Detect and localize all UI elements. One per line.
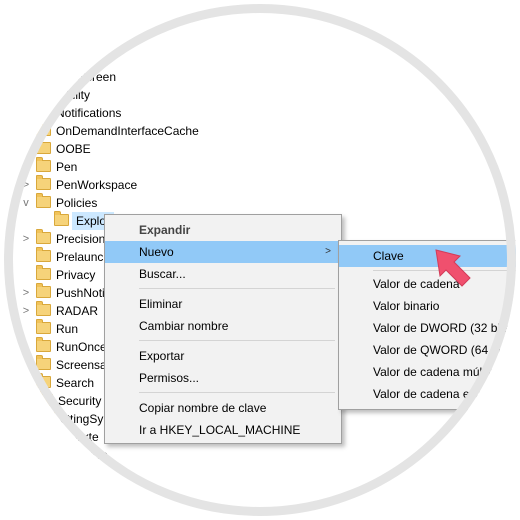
folder-icon	[36, 157, 51, 172]
chevron-right-icon[interactable]: >	[20, 374, 32, 392]
folder-icon	[36, 319, 51, 334]
menu-item-expand[interactable]: Expandir	[105, 219, 341, 241]
tree-item-label: OnDemandInterfaceCache	[56, 124, 199, 138]
menu-item-new[interactable]: Nuevo >	[105, 241, 341, 263]
tree-item-label: PushNoti	[56, 286, 105, 300]
tree-item-label: Pen	[56, 160, 78, 174]
menu-separator	[139, 288, 335, 289]
menu-item-rename[interactable]: Cambiar nombre	[105, 315, 341, 337]
tree-item-label: Prelaunc	[56, 250, 104, 264]
tree-item-label: Search	[56, 376, 95, 390]
submenu-item-qword-value[interactable]: Valor de QWORD (64 bits	[339, 339, 516, 361]
tree-item-label: Run	[56, 322, 79, 336]
submenu-item-expandable-string-value[interactable]: Valor de cadena exp	[339, 383, 516, 405]
folder-icon	[40, 409, 55, 424]
menu-item-copy-key-name[interactable]: Copiar nombre de clave	[105, 397, 341, 419]
chevron-right-icon[interactable]: >	[24, 392, 36, 410]
folder-icon	[36, 247, 51, 262]
tree-item-label: RunOnce	[56, 340, 107, 354]
folder-icon	[36, 139, 51, 154]
tree-item-label: lass	[86, 448, 108, 462]
folder-icon	[54, 211, 69, 226]
tree-item-label: Notifications	[56, 106, 122, 120]
tree-item-label: bility	[66, 88, 91, 102]
tree-item-label: Precision	[56, 232, 106, 246]
folder-icon	[36, 373, 51, 388]
tree-item-label: Policies	[56, 196, 98, 210]
tree-item-label: OOBE	[56, 142, 91, 156]
folder-icon	[36, 301, 51, 316]
magnified-view: Screen bility Notifications OnDemandInte…	[4, 4, 516, 516]
submenu-item-multi-string-value[interactable]: Valor de cadena múltip	[339, 361, 516, 383]
folder-icon	[36, 193, 51, 208]
chevron-down-icon[interactable]: v	[20, 194, 32, 212]
tree-item-label: Screen	[78, 70, 117, 84]
menu-separator	[139, 340, 335, 341]
pointer-arrow-icon	[435, 249, 471, 287]
menu-separator	[139, 392, 335, 393]
menu-item-export[interactable]: Exportar	[105, 345, 341, 367]
folder-icon	[36, 265, 51, 280]
folder-icon	[36, 229, 51, 244]
chevron-right-icon: >	[325, 246, 331, 257]
tree-item-label: ll Exte	[66, 430, 99, 444]
folder-icon	[36, 121, 51, 136]
menu-item-permissions[interactable]: Permisos...	[105, 367, 341, 389]
submenu-item-dword-value[interactable]: Valor de DWORD (32 bits)	[339, 317, 516, 339]
folder-icon	[36, 283, 51, 298]
chevron-right-icon[interactable]: >	[20, 284, 32, 302]
menu-item-new-label: Nuevo	[139, 245, 174, 259]
pointer-arrow-shape	[435, 249, 471, 287]
folder-icon	[36, 355, 51, 370]
tree-item-label: PenWorkspace	[56, 178, 138, 192]
tree-item-label: ettingSy	[60, 412, 104, 426]
menu-item-delete[interactable]: Eliminar	[105, 293, 341, 315]
folder-icon	[36, 337, 51, 352]
folder-icon	[36, 175, 51, 190]
chevron-right-icon[interactable]: >	[20, 176, 32, 194]
chevron-right-icon[interactable]: >	[20, 302, 32, 320]
folder-icon	[38, 391, 53, 406]
tree-item-label: Privacy	[56, 268, 96, 282]
menu-item-find[interactable]: Buscar...	[105, 263, 341, 285]
chevron-right-icon[interactable]: >	[20, 230, 32, 248]
tree-item-label: RADAR	[56, 304, 99, 318]
menu-item-goto-hklm[interactable]: Ir a HKEY_LOCAL_MACHINE	[105, 419, 341, 441]
context-menu: Expandir Nuevo > Buscar... Eliminar Cambi…	[104, 214, 342, 444]
